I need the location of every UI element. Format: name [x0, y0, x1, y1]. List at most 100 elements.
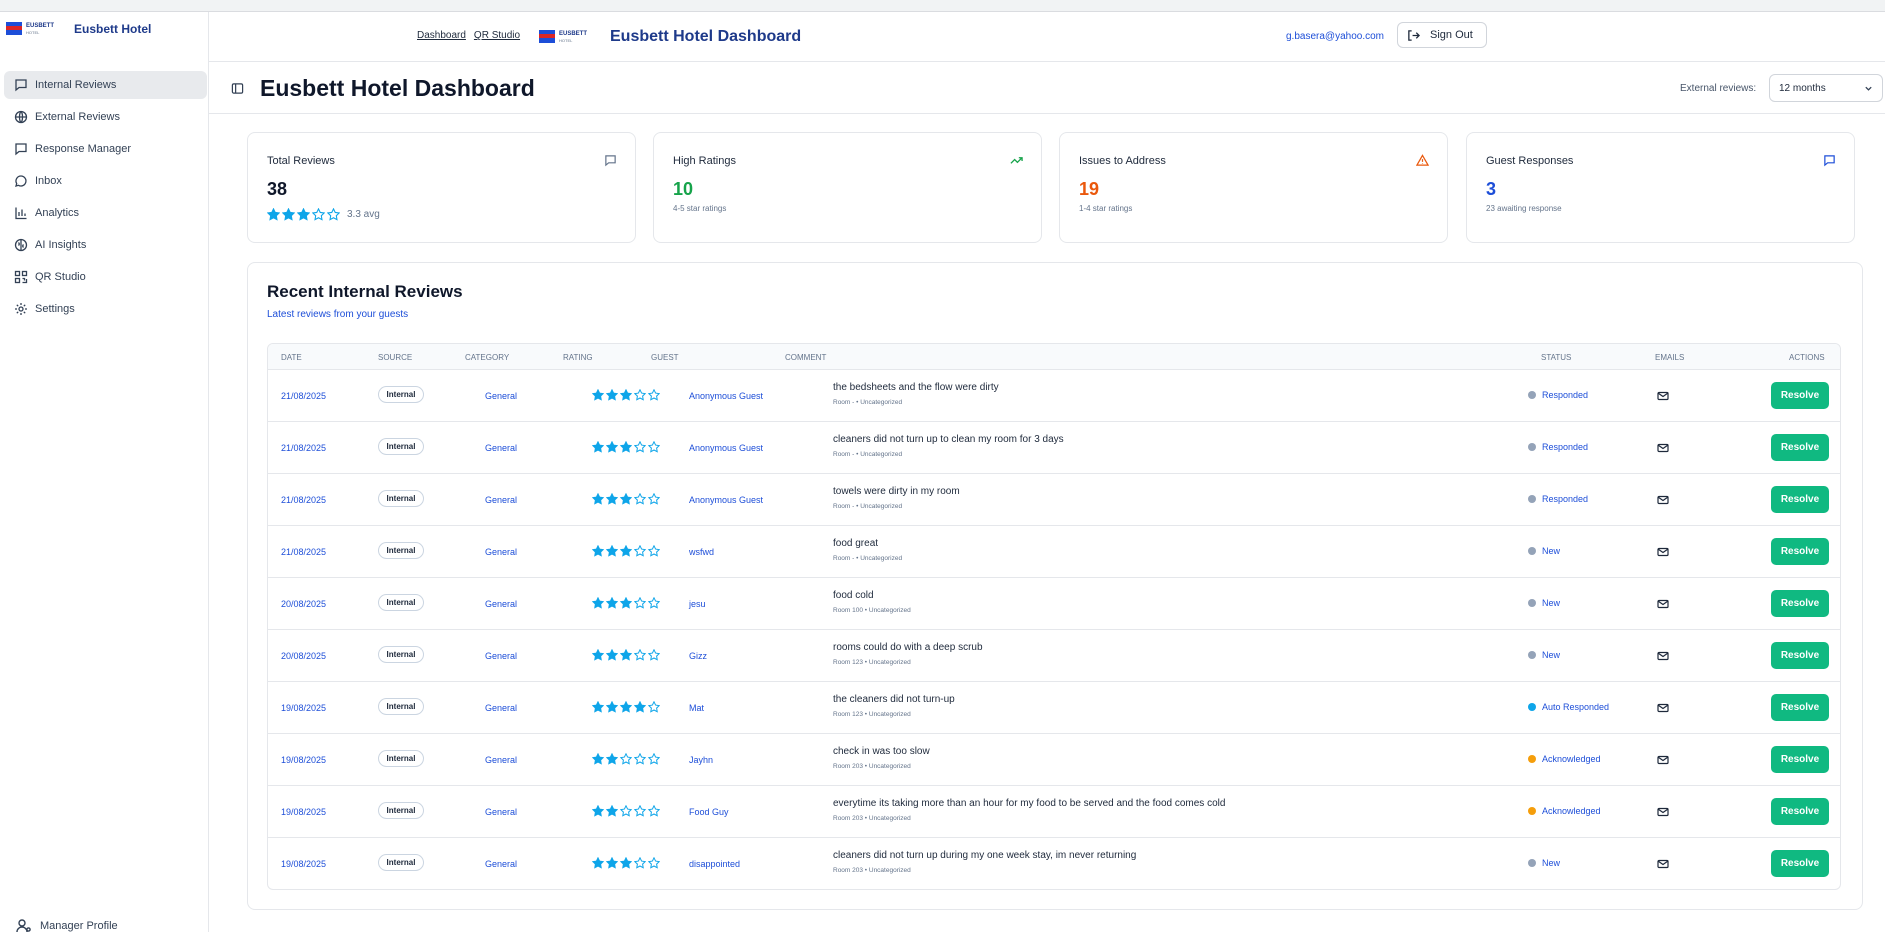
page-title: Eusbett Hotel Dashboard [260, 75, 535, 101]
review-status: Acknowledged [1528, 754, 1601, 764]
external-reviews-select[interactable]: 12 months [1769, 74, 1883, 102]
mail-icon[interactable] [1657, 702, 1669, 714]
header-link-qr-studio[interactable]: QR Studio [474, 30, 520, 41]
review-meta: Room 203 • Uncategorized [833, 867, 911, 874]
resolve-button[interactable]: Resolve [1771, 694, 1829, 721]
mail-icon[interactable] [1657, 494, 1669, 506]
source-badge: Internal [378, 750, 424, 767]
mail-icon[interactable] [1657, 546, 1669, 558]
table-row: 19/08/2025 Internal General Mat the cleaners… [268, 682, 1840, 734]
review-category: General [485, 443, 518, 453]
star-icon [606, 701, 618, 713]
reviews-table: Date Source Category Rating Guest Comment Stat… [267, 343, 1841, 890]
sign-out-button[interactable]: Sign Out [1397, 22, 1487, 48]
sidebar-item-label: Settings [35, 303, 75, 315]
status-label: Responded [1542, 390, 1589, 400]
sidebar-toggle-icon[interactable] [231, 82, 244, 95]
sidebar-item-settings[interactable]: Settings [4, 295, 207, 323]
mail-icon[interactable] [1657, 442, 1669, 454]
status-dot [1528, 755, 1536, 763]
star-icon [606, 753, 618, 765]
stat-card-guest-responses: Guest Responses 3 23 awaiting response [1466, 132, 1855, 243]
table-row: 20/08/2025 Internal General Gizz rooms could… [268, 630, 1840, 682]
qr-code-icon [14, 270, 28, 284]
table-row: 20/08/2025 Internal General jesu food cold Ro… [268, 578, 1840, 630]
resolve-button[interactable]: Resolve [1771, 746, 1829, 773]
mail-icon[interactable] [1657, 806, 1669, 818]
review-status: New [1528, 858, 1560, 868]
review-status: New [1528, 598, 1560, 608]
mail-icon[interactable] [1657, 858, 1669, 870]
review-status: New [1528, 650, 1560, 660]
star-icon [606, 389, 618, 401]
resolve-button[interactable]: Resolve [1771, 850, 1829, 877]
message-square-icon [1823, 154, 1836, 167]
bar-chart-icon [14, 206, 28, 220]
status-dot [1528, 807, 1536, 815]
stat-subtext: 4-5 star ratings [673, 204, 727, 213]
star-icon [648, 701, 660, 713]
resolve-button[interactable]: Resolve [1771, 590, 1829, 617]
star-icon [620, 753, 632, 765]
stat-value: 3 [1486, 179, 1497, 199]
status-dot [1528, 391, 1536, 399]
resolve-button[interactable]: Resolve [1771, 538, 1829, 565]
sidebar-item-label: Inbox [35, 175, 62, 187]
page-header: Eusbett Hotel Dashboard External reviews… [209, 62, 1885, 114]
resolve-button[interactable]: Resolve [1771, 434, 1829, 461]
star-icon [606, 649, 618, 661]
mail-icon[interactable] [1657, 650, 1669, 662]
table-row: 19/08/2025 Internal General Food Guy everyti… [268, 786, 1840, 838]
resolve-button[interactable]: Resolve [1771, 642, 1829, 669]
brand[interactable]: EUSBETT HOTEL Eusbett Hotel [6, 20, 151, 38]
review-date: 20/08/2025 [281, 599, 327, 609]
recent-reviews-panel: Recent Internal Reviews Latest reviews f… [247, 262, 1863, 910]
review-guest: wsfwd [689, 547, 715, 557]
sidebar-item-ai-insights[interactable]: AI Insights [4, 231, 207, 259]
table-row: 21/08/2025 Internal General Anonymous Guest… [268, 422, 1840, 474]
stat-value: 38 [267, 179, 288, 199]
column-header-comment: Comment [785, 353, 827, 362]
resolve-button[interactable]: Resolve [1771, 798, 1829, 825]
star-icon [592, 649, 604, 661]
sidebar-item-inbox[interactable]: Inbox [4, 167, 207, 195]
mail-icon[interactable] [1657, 754, 1669, 766]
sidebar-item-qr-studio[interactable]: QR Studio [4, 263, 207, 291]
source-badge: Internal [378, 386, 424, 403]
status-dot [1528, 651, 1536, 659]
hotel-logo: EUSBETT HOTEL [6, 20, 58, 38]
resolve-button[interactable]: Resolve [1771, 486, 1829, 513]
resolve-button[interactable]: Resolve [1771, 382, 1829, 409]
status-label: Auto Responded [1542, 702, 1610, 712]
review-date: 21/08/2025 [281, 391, 327, 401]
gear-icon [14, 302, 28, 316]
status-label: New [1542, 598, 1561, 608]
review-rating [592, 441, 660, 453]
message-square-icon [14, 142, 28, 156]
star-icon [592, 701, 604, 713]
mail-icon[interactable] [1657, 598, 1669, 610]
source-badge: Internal [378, 854, 424, 871]
header-logo: EUSBETT HOTEL [539, 28, 591, 46]
sidebar-item-analytics[interactable]: Analytics [4, 199, 207, 227]
sidebar-item-response-manager[interactable]: Response Manager [4, 135, 207, 163]
star-icon [648, 389, 660, 401]
review-comment: rooms could do with a deep scrub [833, 642, 983, 653]
review-category: General [485, 599, 518, 609]
review-status: New [1528, 546, 1560, 556]
review-category: General [485, 495, 518, 505]
sidebar-item-external-reviews[interactable]: External Reviews [4, 103, 207, 131]
sidebar-item-internal-reviews[interactable]: Internal Reviews [4, 71, 207, 99]
review-rating [592, 649, 660, 661]
manager-profile-label: Manager Profile [40, 920, 118, 932]
mail-icon[interactable] [1657, 390, 1669, 402]
review-meta: Room - • Uncategorized [833, 555, 903, 562]
review-meta: Room 123 • Uncategorized [833, 659, 911, 666]
review-guest: Anonymous Guest [689, 443, 764, 453]
star-icon [592, 805, 604, 817]
sidebar-item-label: Internal Reviews [35, 79, 117, 91]
star-icon [634, 441, 646, 453]
star-icon [592, 753, 604, 765]
star-icon [592, 389, 604, 401]
header-link-dashboard[interactable]: Dashboard [417, 30, 466, 41]
